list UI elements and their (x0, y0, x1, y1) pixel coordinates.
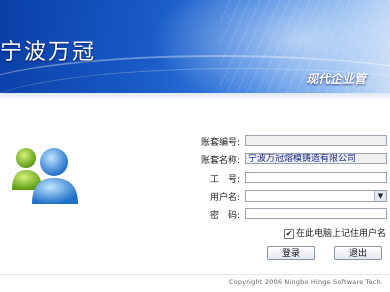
password-input[interactable] (245, 208, 387, 219)
account-name-label: 账套名称: (200, 156, 240, 166)
password-label: 密 码: (209, 211, 240, 221)
account-name-field[interactable]: 宁波万冠熔模铸造有限公司 (245, 153, 387, 164)
login-button[interactable]: 登录 (267, 246, 315, 260)
exit-button[interactable]: 退出 (334, 246, 382, 260)
header-divider (0, 93, 390, 101)
account-no-label: 账套编号: (200, 138, 240, 148)
account-no-field[interactable] (245, 135, 387, 146)
remember-username-option[interactable]: ✔ 在此电脑上记住用户名 (284, 226, 386, 239)
users-icon (12, 148, 78, 204)
remember-label: 在此电脑上记住用户名 (296, 229, 387, 239)
username-select[interactable]: ▼ (245, 190, 387, 202)
footer-divider (0, 274, 390, 275)
remember-checkbox[interactable]: ✔ (284, 228, 294, 239)
brand-tagline: 现代企业管 (306, 72, 367, 86)
header-banner: 宁波万冠 现代企业管 (0, 0, 390, 93)
copyright-text: Copyright 2006 Ningbo Hinge Software Tec… (229, 278, 381, 286)
employee-no-input[interactable] (245, 172, 387, 183)
brand-title: 宁波万冠 (0, 40, 97, 65)
dropdown-arrow-icon[interactable]: ▼ (374, 191, 386, 201)
employee-no-label: 工 号: (209, 175, 240, 185)
username-label: 用户名: (209, 193, 240, 203)
